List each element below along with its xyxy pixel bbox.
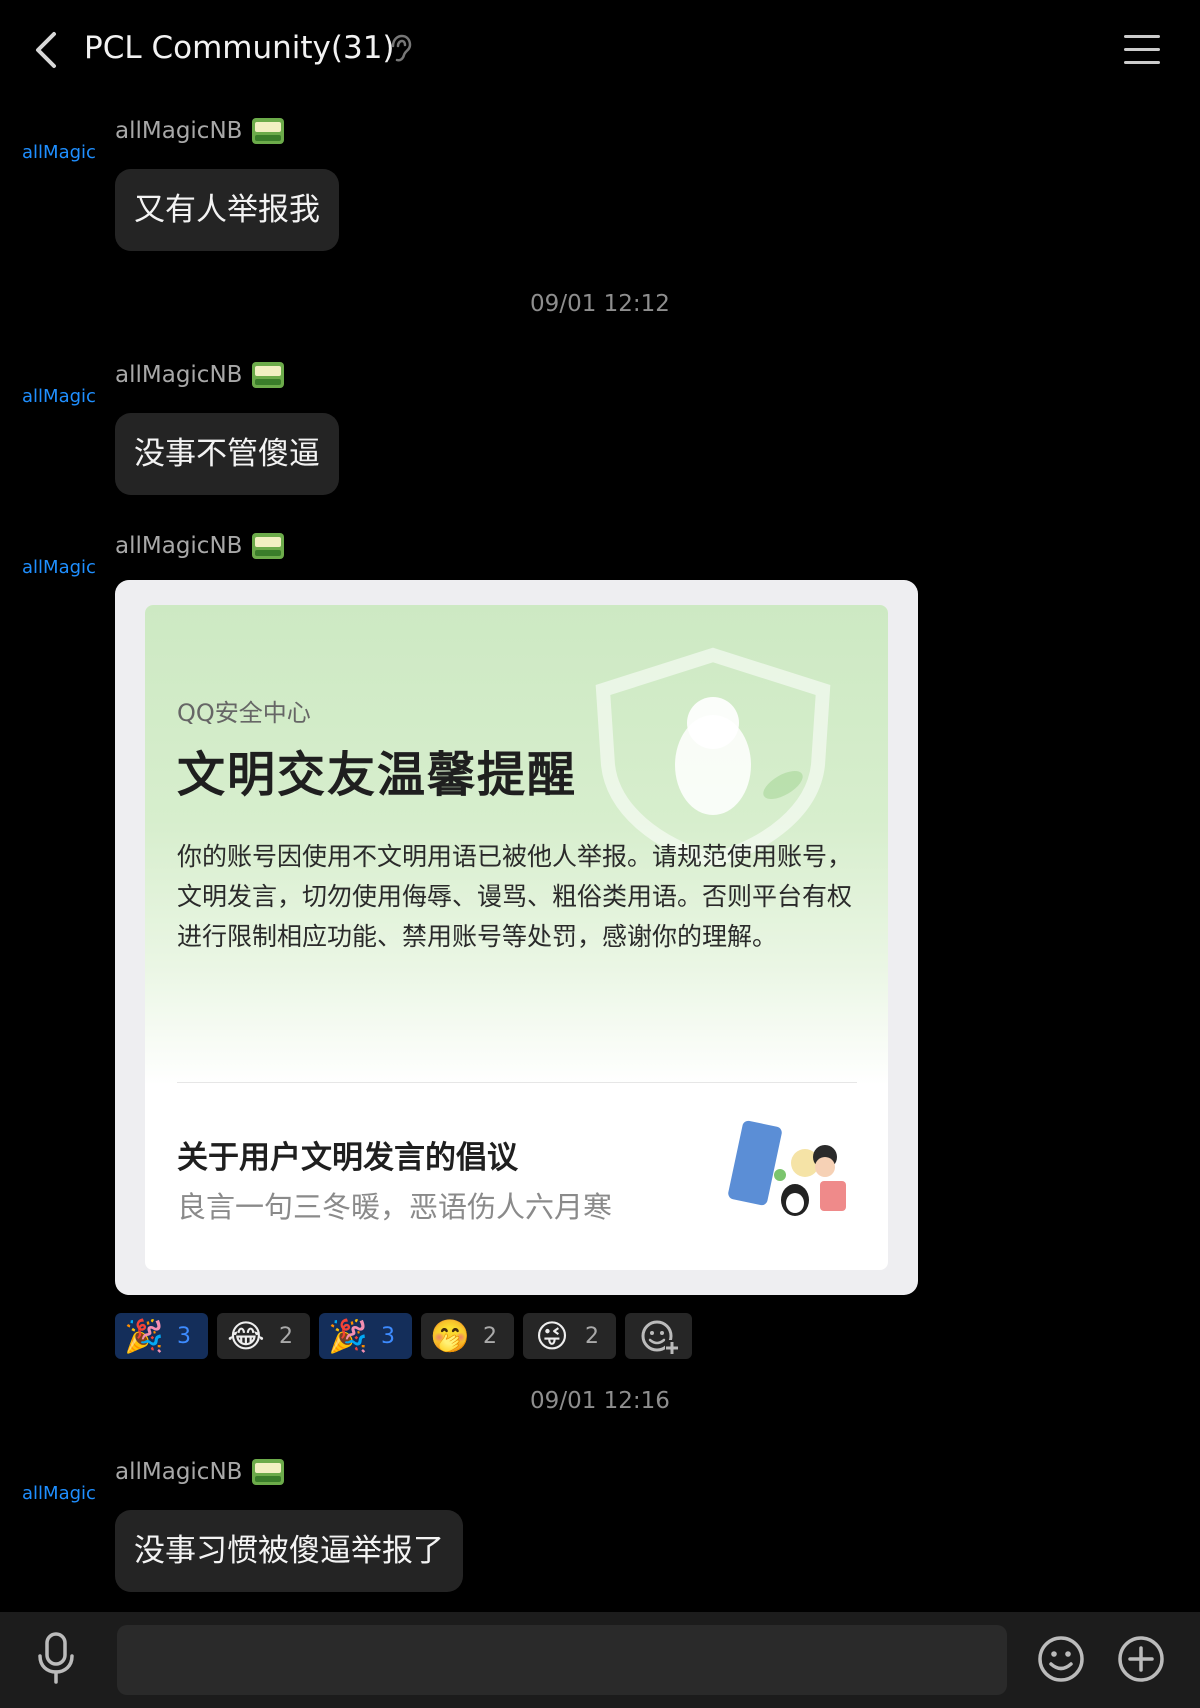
sender-name-text: allMagicNB bbox=[115, 118, 243, 144]
phone-illustration-icon bbox=[725, 1115, 860, 1225]
level-badge-icon bbox=[252, 118, 285, 144]
timestamp: 09/01 12:12 bbox=[530, 291, 670, 317]
laughing-tears-icon: 😂 bbox=[227, 1317, 265, 1355]
message-bubble[interactable]: 又有人举报我 bbox=[115, 169, 339, 251]
menu-bar-middle bbox=[1124, 48, 1160, 51]
winking-tongue-icon: 😜 bbox=[535, 1317, 569, 1355]
reaction-count: 2 bbox=[483, 1323, 497, 1349]
avatar[interactable]: allMagic bbox=[22, 386, 96, 407]
input-bar bbox=[0, 1612, 1200, 1708]
reaction-count: 2 bbox=[585, 1323, 599, 1349]
reaction-count: 2 bbox=[279, 1323, 293, 1349]
card-source: QQ安全中心 bbox=[177, 699, 311, 727]
level-badge-icon bbox=[252, 533, 285, 559]
smiley-icon bbox=[1038, 1636, 1084, 1682]
security-notice-card[interactable]: QQ安全中心 文明交友温馨提醒 你的账号因使用不文明用语已被他人举报。请规范使用… bbox=[145, 605, 888, 1270]
level-badge-icon bbox=[252, 1459, 285, 1485]
timestamp: 09/01 12:16 bbox=[530, 1388, 670, 1414]
reaction-chip[interactable]: 😂 2 bbox=[217, 1313, 310, 1359]
card-header-background: QQ安全中心 文明交友温馨提醒 你的账号因使用不文明用语已被他人举报。请规范使用… bbox=[145, 605, 888, 1085]
reaction-chip[interactable]: 🎉 3 bbox=[319, 1313, 412, 1359]
avatar[interactable]: allMagic bbox=[22, 142, 96, 163]
ear-icon bbox=[388, 34, 414, 68]
level-badge-icon bbox=[252, 362, 285, 388]
sender-name[interactable]: allMagicNB bbox=[115, 533, 285, 559]
shield-penguin-icon bbox=[595, 647, 831, 865]
menu-bar-bottom bbox=[1124, 61, 1160, 64]
message-bubble[interactable]: 没事不管傻逼 bbox=[115, 413, 339, 495]
chat-title[interactable]: PCL Community(31) bbox=[84, 30, 395, 66]
sender-name[interactable]: allMagicNB bbox=[115, 118, 285, 144]
avatar[interactable]: allMagic bbox=[22, 557, 96, 578]
hand-over-mouth-icon: 🤭 bbox=[430, 1317, 470, 1355]
reaction-chip[interactable]: 🤭 2 bbox=[421, 1313, 514, 1359]
reaction-chip[interactable]: 🎉 3 bbox=[115, 1313, 208, 1359]
card-link-title[interactable]: 关于用户文明发言的倡议 bbox=[177, 1132, 518, 1177]
avatar[interactable]: allMagic bbox=[22, 1483, 96, 1504]
hamburger-menu-icon bbox=[1124, 35, 1160, 38]
chat-header: PCL Community(31) bbox=[0, 0, 1200, 100]
voice-button[interactable] bbox=[36, 1630, 76, 1686]
sender-name-text: allMagicNB bbox=[115, 1459, 243, 1485]
card-divider bbox=[177, 1082, 857, 1083]
chevron-left-icon bbox=[36, 32, 56, 68]
message-input[interactable] bbox=[117, 1625, 1007, 1695]
card-body-text: 你的账号因使用不文明用语已被他人举报。请规范使用账号，文明发言，切勿使用侮辱、谩… bbox=[177, 842, 853, 951]
party-popper-icon: 🎉 bbox=[328, 1317, 368, 1355]
message-bubble[interactable]: 没事习惯被傻逼举报了 bbox=[115, 1510, 463, 1592]
card-heading: 文明交友温馨提醒 bbox=[177, 747, 578, 803]
add-reaction-icon bbox=[641, 1320, 679, 1354]
reaction-chip[interactable]: 😜 2 bbox=[523, 1313, 616, 1359]
emoji-button[interactable] bbox=[1036, 1634, 1086, 1684]
back-button[interactable] bbox=[28, 26, 68, 74]
sender-name[interactable]: allMagicNB bbox=[115, 1459, 285, 1485]
reaction-count: 3 bbox=[177, 1323, 191, 1349]
add-reaction-button[interactable] bbox=[625, 1313, 692, 1359]
more-button[interactable] bbox=[1116, 1634, 1166, 1684]
party-popper-icon: 🎉 bbox=[124, 1317, 164, 1355]
microphone-icon bbox=[38, 1632, 74, 1684]
sender-name[interactable]: allMagicNB bbox=[115, 362, 285, 388]
sender-name-text: allMagicNB bbox=[115, 362, 243, 388]
plus-circle-icon bbox=[1118, 1636, 1164, 1682]
reaction-count: 3 bbox=[381, 1323, 395, 1349]
menu-button[interactable] bbox=[1124, 32, 1160, 68]
sender-name-text: allMagicNB bbox=[115, 533, 243, 559]
card-link-subtitle: 良言一句三冬暖，恶语伤人六月寒 bbox=[177, 1190, 613, 1224]
